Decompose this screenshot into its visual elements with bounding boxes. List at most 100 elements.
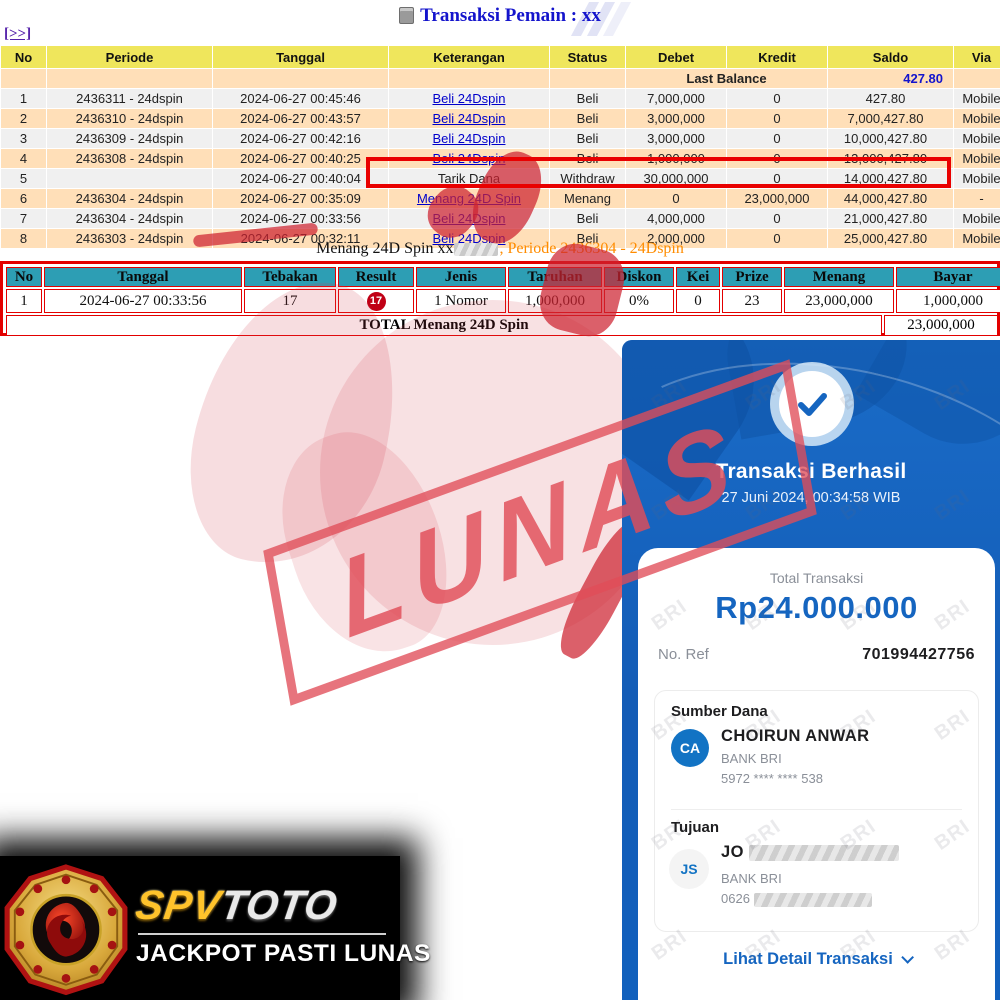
win-col-kei: Kei: [676, 267, 720, 287]
cell-ket[interactable]: Beli 24Dspin: [389, 209, 549, 228]
col-no: No: [1, 46, 46, 68]
cell-no: 3: [1, 129, 46, 148]
cell-status: Beli: [550, 209, 625, 228]
cell-saldo: 427.80: [828, 89, 953, 108]
cell-ket[interactable]: Beli 24Dspin: [389, 89, 549, 108]
cell-periode: [47, 169, 212, 188]
page-title: Transaksi Pemain : xx: [0, 4, 1000, 27]
cell-tanggal: 2024-06-27 00:40:04: [213, 169, 388, 188]
brand-tagline: JACKPOT PASTI LUNAS: [136, 940, 396, 968]
transaction-row: 42436308 - 24dspin2024-06-27 00:40:25Bel…: [1, 149, 1000, 168]
keterangan-link[interactable]: Beli 24Dspin: [433, 91, 506, 106]
win-result: 17: [338, 289, 414, 313]
cell-ket[interactable]: Menang 24D Spin: [389, 189, 549, 208]
cell-via: -: [954, 189, 1000, 208]
col-debet: Debet: [626, 46, 726, 68]
win-tebakan: 17: [244, 289, 336, 313]
cell-ket[interactable]: Beli 24Dspin: [389, 149, 549, 168]
col-keterangan: Keterangan: [389, 46, 549, 68]
redacted-account: [754, 893, 872, 907]
transaction-row: 22436310 - 24dspin2024-06-27 00:43:57Bel…: [1, 109, 1000, 128]
cell-ket: Tarik Dana: [389, 169, 549, 188]
cell-no: 2: [1, 109, 46, 128]
last-balance-row: Last Balance 427.80: [1, 69, 1000, 88]
keterangan-link[interactable]: Beli 24Dspin: [433, 111, 506, 126]
cell-periode: 2436308 - 24dspin: [47, 149, 212, 168]
cell-saldo: 44,000,427.80: [828, 189, 953, 208]
cell-ket[interactable]: Beli 24Dspin: [389, 109, 549, 128]
cell-periode: 2436311 - 24dspin: [47, 89, 212, 108]
win-col-no: No: [6, 267, 42, 287]
cell-status: Menang: [550, 189, 625, 208]
win-total-value: 23,000,000: [884, 315, 998, 336]
total-transaksi-value: Rp24.000.000: [638, 590, 995, 626]
cell-periode: 2436304 - 24dspin: [47, 209, 212, 228]
keterangan-link[interactable]: Beli 24Dspin: [433, 151, 506, 166]
cell-debet: 1,000,000: [626, 149, 726, 168]
win-col-jenis: Jenis: [416, 267, 506, 287]
detail-link[interactable]: Lihat Detail Transaksi: [638, 950, 995, 969]
keterangan-link[interactable]: Menang 24D Spin: [417, 191, 521, 206]
win-header-row: No Tanggal Tebakan Result Jenis Taruhan …: [6, 267, 1000, 287]
keterangan-link[interactable]: Beli 24Dspin: [433, 131, 506, 146]
win-col-bayar: Bayar: [896, 267, 1000, 287]
cell-saldo: 14,000,427.80: [828, 169, 953, 188]
win-diskon: 0%: [604, 289, 674, 313]
dest-avatar: JS: [669, 849, 709, 889]
keterangan-link[interactable]: Beli 24Dspin: [433, 211, 506, 226]
col-kredit: Kredit: [727, 46, 827, 68]
cell-kredit: 23,000,000: [727, 189, 827, 208]
cell-ket[interactable]: Beli 24Dspin: [389, 129, 549, 148]
back-link[interactable]: [>>]: [4, 26, 31, 43]
cell-kredit: 0: [727, 149, 827, 168]
redacted-name: [749, 845, 899, 861]
cell-via: Mobile: [954, 169, 1000, 188]
win-taruhan: 1,000,000: [508, 289, 602, 313]
cell-no: 4: [1, 149, 46, 168]
win-title-periode: , Periode 2436304 - 24Dspin: [499, 240, 683, 257]
cell-debet: 3,000,000: [626, 129, 726, 148]
cell-periode: 2436304 - 24dspin: [47, 189, 212, 208]
cell-status: Withdraw: [550, 169, 625, 188]
cell-debet: 4,000,000: [626, 209, 726, 228]
cell-via: Mobile: [954, 109, 1000, 128]
win-col-result: Result: [338, 267, 414, 287]
ref-label: No. Ref: [658, 646, 709, 664]
receipt-status-title: Transaksi Berhasil: [622, 460, 1000, 484]
win-jenis: 1 Nomor: [416, 289, 506, 313]
win-col-taruhan: Taruhan: [508, 267, 602, 287]
dest-account: 0626: [721, 891, 872, 907]
dest-bank: BANK BRI: [721, 871, 782, 886]
transaction-row: 32436309 - 24dspin2024-06-27 00:42:16Bel…: [1, 129, 1000, 148]
col-saldo: Saldo: [828, 46, 953, 68]
cell-kredit: 0: [727, 89, 827, 108]
win-total-label: TOTAL Menang 24D Spin: [6, 315, 882, 336]
win-col-menang: Menang: [784, 267, 894, 287]
last-balance-value: 427.80: [828, 69, 953, 88]
cell-saldo: 21,000,427.80: [828, 209, 953, 228]
cell-no: 5: [1, 169, 46, 188]
result-ball: 17: [367, 292, 386, 311]
receipt-card: Total Transaksi Rp24.000.000 No. Ref 701…: [638, 548, 995, 1000]
redacted-username: [454, 243, 498, 256]
document-icon: [399, 7, 414, 24]
dest-name: JO: [721, 843, 899, 862]
col-status: Status: [550, 46, 625, 68]
brand-name: SPVTOTO: [133, 882, 400, 929]
ref-value: 701994427756: [862, 646, 975, 664]
receipt-datetime: 27 Juni 2024, 00:34:58 WIB: [622, 490, 1000, 506]
cell-periode: 2436310 - 24dspin: [47, 109, 212, 128]
transaction-row: 62436304 - 24dspin2024-06-27 00:35:09Men…: [1, 189, 1000, 208]
cell-kredit: 0: [727, 129, 827, 148]
chevron-down-icon: [901, 951, 914, 964]
win-col-prize: Prize: [722, 267, 782, 287]
cell-periode: 2436309 - 24dspin: [47, 129, 212, 148]
cell-kredit: 0: [727, 109, 827, 128]
cell-no: 7: [1, 209, 46, 228]
col-tanggal: Tanggal: [213, 46, 388, 68]
cell-tanggal: 2024-06-27 00:33:56: [213, 209, 388, 228]
cell-saldo: 7,000,427.80: [828, 109, 953, 128]
source-account: 5972 **** **** 538: [721, 771, 823, 786]
dest-label: Tujuan: [671, 819, 719, 836]
source-name: CHOIRUN ANWAR: [721, 727, 870, 746]
